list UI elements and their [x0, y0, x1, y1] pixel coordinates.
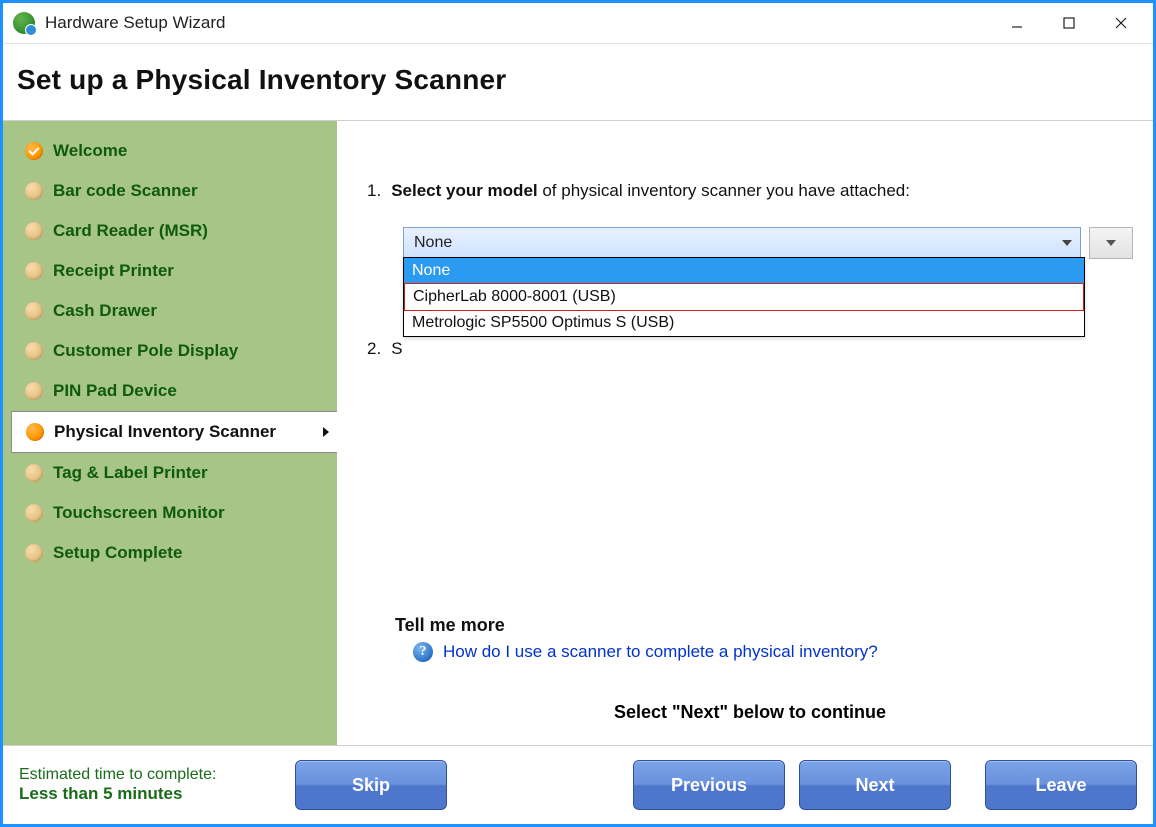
- estimated-time-block: Estimated time to complete: Less than 5 …: [19, 766, 279, 804]
- active-bullet-icon: [26, 423, 44, 441]
- sidebar-item-label: Welcome: [53, 141, 127, 161]
- bullet-icon: [25, 302, 43, 320]
- tell-me-more-heading: Tell me more: [395, 615, 1133, 636]
- sidebar-item-physical-inventory-scanner[interactable]: Physical Inventory Scanner: [11, 411, 337, 453]
- step-1-bold: Select your model: [391, 181, 537, 200]
- sidebar-item-pole-display[interactable]: Customer Pole Display: [3, 331, 337, 371]
- page-title-band: Set up a Physical Inventory Scanner: [3, 44, 1153, 121]
- wizard-footer: Estimated time to complete: Less than 5 …: [3, 746, 1153, 824]
- sidebar-item-label: Physical Inventory Scanner: [54, 422, 276, 442]
- sidebar-item-label: Receipt Printer: [53, 261, 174, 281]
- sidebar-item-welcome[interactable]: Welcome: [3, 131, 337, 171]
- step-2: 2. S: [367, 339, 1127, 359]
- help-row: ? How do I use a scanner to complete a p…: [413, 642, 1133, 662]
- step-1-text: Select your model of physical inventory …: [391, 181, 910, 201]
- close-icon: [1114, 16, 1128, 30]
- step-2-number: 2.: [367, 339, 381, 359]
- model-dropdown-value: None: [414, 234, 452, 252]
- bullet-icon: [25, 464, 43, 482]
- bullet-icon: [25, 262, 43, 280]
- sidebar-item-barcode-scanner[interactable]: Bar code Scanner: [3, 171, 337, 211]
- help-icon: ?: [413, 642, 433, 662]
- bullet-icon: [25, 382, 43, 400]
- spacer: [367, 385, 1133, 585]
- sidebar-item-label: Tag & Label Printer: [53, 463, 208, 483]
- body-row: Welcome Bar code Scanner Card Reader (MS…: [3, 121, 1153, 746]
- sidebar-item-label: PIN Pad Device: [53, 381, 177, 401]
- window-title: Hardware Setup Wizard: [45, 13, 991, 33]
- model-dropdown-wrap: None None CipherLab 8000-8001 (USB) Metr…: [403, 227, 1133, 259]
- step-2-text: S: [391, 339, 402, 359]
- step-1: 1. Select your model of physical invento…: [367, 181, 1127, 201]
- sidebar-item-label: Card Reader (MSR): [53, 221, 208, 241]
- model-option-cipherlab[interactable]: CipherLab 8000-8001 (USB): [404, 283, 1084, 311]
- sidebar-item-pin-pad[interactable]: PIN Pad Device: [3, 371, 337, 411]
- maximize-button[interactable]: [1043, 8, 1095, 38]
- minimize-icon: [1010, 16, 1024, 30]
- sidebar-item-label: Touchscreen Monitor: [53, 503, 225, 523]
- nav-button-group: Previous Next: [633, 760, 951, 810]
- bullet-icon: [25, 182, 43, 200]
- step-2-visible-fragment: S: [391, 339, 402, 358]
- right-button-group: Leave: [985, 760, 1137, 810]
- app-icon: [13, 12, 35, 34]
- model-option-metrologic[interactable]: Metrologic SP5500 Optimus S (USB): [404, 310, 1084, 336]
- page-title: Set up a Physical Inventory Scanner: [17, 64, 1127, 96]
- sidebar-item-label: Cash Drawer: [53, 301, 157, 321]
- check-icon: [25, 142, 43, 160]
- sidebar-item-touchscreen-monitor[interactable]: Touchscreen Monitor: [3, 493, 337, 533]
- previous-button[interactable]: Previous: [633, 760, 785, 810]
- sidebar-item-receipt-printer[interactable]: Receipt Printer: [3, 251, 337, 291]
- close-button[interactable]: [1095, 8, 1147, 38]
- chevron-down-icon: [1062, 240, 1072, 246]
- leave-button[interactable]: Leave: [985, 760, 1137, 810]
- model-option-none[interactable]: None: [404, 258, 1084, 284]
- sidebar-item-card-reader[interactable]: Card Reader (MSR): [3, 211, 337, 251]
- wizard-sidebar: Welcome Bar code Scanner Card Reader (MS…: [3, 121, 337, 745]
- model-dropdown-aux-button[interactable]: [1089, 227, 1133, 259]
- sidebar-item-cash-drawer[interactable]: Cash Drawer: [3, 291, 337, 331]
- estimated-time-value: Less than 5 minutes: [19, 784, 279, 804]
- bullet-icon: [25, 342, 43, 360]
- minimize-button[interactable]: [991, 8, 1043, 38]
- sidebar-item-label: Customer Pole Display: [53, 341, 238, 361]
- estimated-time-label: Estimated time to complete:: [19, 766, 279, 784]
- sidebar-item-label: Bar code Scanner: [53, 181, 198, 201]
- help-link[interactable]: How do I use a scanner to complete a phy…: [443, 642, 878, 662]
- step-1-rest: of physical inventory scanner you have a…: [538, 181, 910, 200]
- maximize-icon: [1062, 16, 1076, 30]
- titlebar: Hardware Setup Wizard: [3, 3, 1153, 44]
- next-button[interactable]: Next: [799, 760, 951, 810]
- bullet-icon: [25, 544, 43, 562]
- model-dropdown[interactable]: None: [403, 227, 1081, 259]
- skip-button[interactable]: Skip: [295, 760, 447, 810]
- main-panel: 1. Select your model of physical invento…: [337, 121, 1153, 745]
- sidebar-item-label: Setup Complete: [53, 543, 182, 563]
- sidebar-item-setup-complete[interactable]: Setup Complete: [3, 533, 337, 573]
- continue-hint: Select "Next" below to continue: [367, 702, 1133, 723]
- sidebar-item-tag-label-printer[interactable]: Tag & Label Printer: [3, 453, 337, 493]
- step-1-number: 1.: [367, 181, 381, 201]
- model-dropdown-list: None CipherLab 8000-8001 (USB) Metrologi…: [403, 257, 1085, 337]
- bullet-icon: [25, 504, 43, 522]
- wizard-window: Hardware Setup Wizard Set up a Physical …: [0, 0, 1156, 827]
- window-controls: [991, 8, 1147, 38]
- bullet-icon: [25, 222, 43, 240]
